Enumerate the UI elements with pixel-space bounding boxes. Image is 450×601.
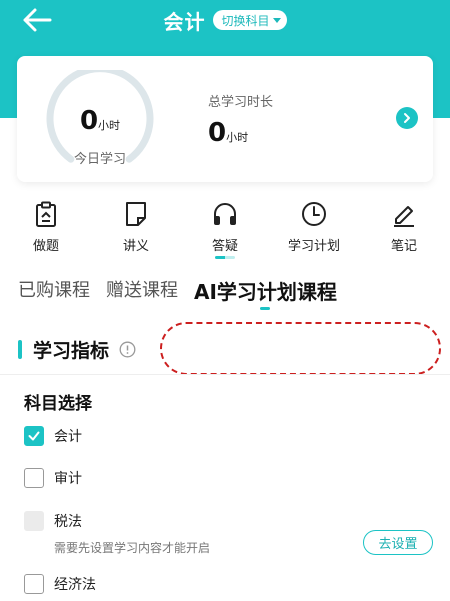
page-title: 会计 <box>163 9 206 34</box>
chevron-right-icon <box>404 113 410 123</box>
go-setup-button[interactable]: 去设置 <box>363 530 433 555</box>
subject-label: 经济法 <box>54 577 96 593</box>
tab-gift-courses[interactable]: 赠送课程 <box>106 276 178 302</box>
pencil-icon <box>394 206 414 227</box>
tool-label: 做题 <box>32 239 59 254</box>
checkmark-icon <box>28 431 40 441</box>
today-hours-unit: 小时 <box>98 119 121 132</box>
study-metrics-header: 学习指标 <box>18 336 136 363</box>
today-study-label: 今日学习 <box>73 152 126 167</box>
course-tabs: 已购课程 赠送课程 AI学习计划课程 <box>18 276 353 316</box>
subject-selection-title: 科目选择 <box>24 394 92 414</box>
clock-icon <box>302 202 326 226</box>
section-accent-bar <box>18 340 22 359</box>
total-hours-unit: 小时 <box>226 131 249 144</box>
subject-option-economic-law[interactable]: 经济法 <box>24 574 96 594</box>
total-hours-number: 0 <box>208 118 227 148</box>
tool-label: 讲义 <box>122 239 149 254</box>
switch-subject-label: 切换科目 <box>221 13 270 28</box>
tab-purchased-courses[interactable]: 已购课程 <box>18 276 90 302</box>
tab-active-indicator <box>260 307 271 310</box>
subject-option-audit[interactable]: 审计 <box>24 468 82 488</box>
highlight-annotation <box>160 322 441 375</box>
section-title: 学习指标 <box>33 340 110 362</box>
divider <box>0 374 450 375</box>
tab-ai-plan-courses[interactable]: AI学习计划课程 <box>194 276 337 310</box>
tool-qa[interactable]: 答疑 <box>185 200 265 259</box>
tool-notes[interactable]: 笔记 <box>364 200 444 254</box>
subject-option-tax-law: 税法 <box>24 511 82 531</box>
total-study-label: 总学习时长 <box>208 95 274 110</box>
info-icon[interactable] <box>119 341 136 358</box>
checkbox-unchecked[interactable] <box>24 468 44 488</box>
tool-study-plan[interactable]: 学习计划 <box>274 200 354 254</box>
checkbox-unchecked[interactable] <box>24 574 44 594</box>
checkbox-disabled <box>24 511 44 531</box>
tool-practice[interactable]: 做题 <box>6 200 86 254</box>
switch-subject-button[interactable]: 切换科目 <box>213 10 287 30</box>
subject-label: 税法 <box>54 514 82 530</box>
checkbox-checked[interactable] <box>24 426 44 446</box>
study-stats-card: 0小时 今日学习 总学习时长 0小时 <box>17 56 433 182</box>
tool-label: 笔记 <box>390 239 417 254</box>
tool-handout[interactable]: 讲义 <box>96 200 176 254</box>
tab-label: AI学习计划课程 <box>194 280 337 304</box>
setup-hint-text: 需要先设置学习内容才能开启 <box>54 541 211 555</box>
clipboard-icon <box>36 201 56 227</box>
active-tool-indicator <box>215 256 235 259</box>
document-icon <box>126 202 146 226</box>
tool-label: 答疑 <box>211 239 238 254</box>
today-hours-number: 0 <box>79 106 99 136</box>
subject-label: 会计 <box>54 429 82 445</box>
total-study-value: 0小时 <box>208 118 248 148</box>
caret-down-icon <box>272 17 281 23</box>
tool-label: 学习计划 <box>287 239 340 254</box>
headphones-icon <box>214 203 236 225</box>
subject-label: 审计 <box>54 471 82 487</box>
today-study-value: 0小时 <box>45 106 155 136</box>
subject-option-accounting[interactable]: 会计 <box>24 426 82 446</box>
tool-shortcuts: 做题 讲义 答疑 学习计划 笔记 <box>0 200 450 260</box>
stats-detail-button[interactable] <box>396 107 418 129</box>
